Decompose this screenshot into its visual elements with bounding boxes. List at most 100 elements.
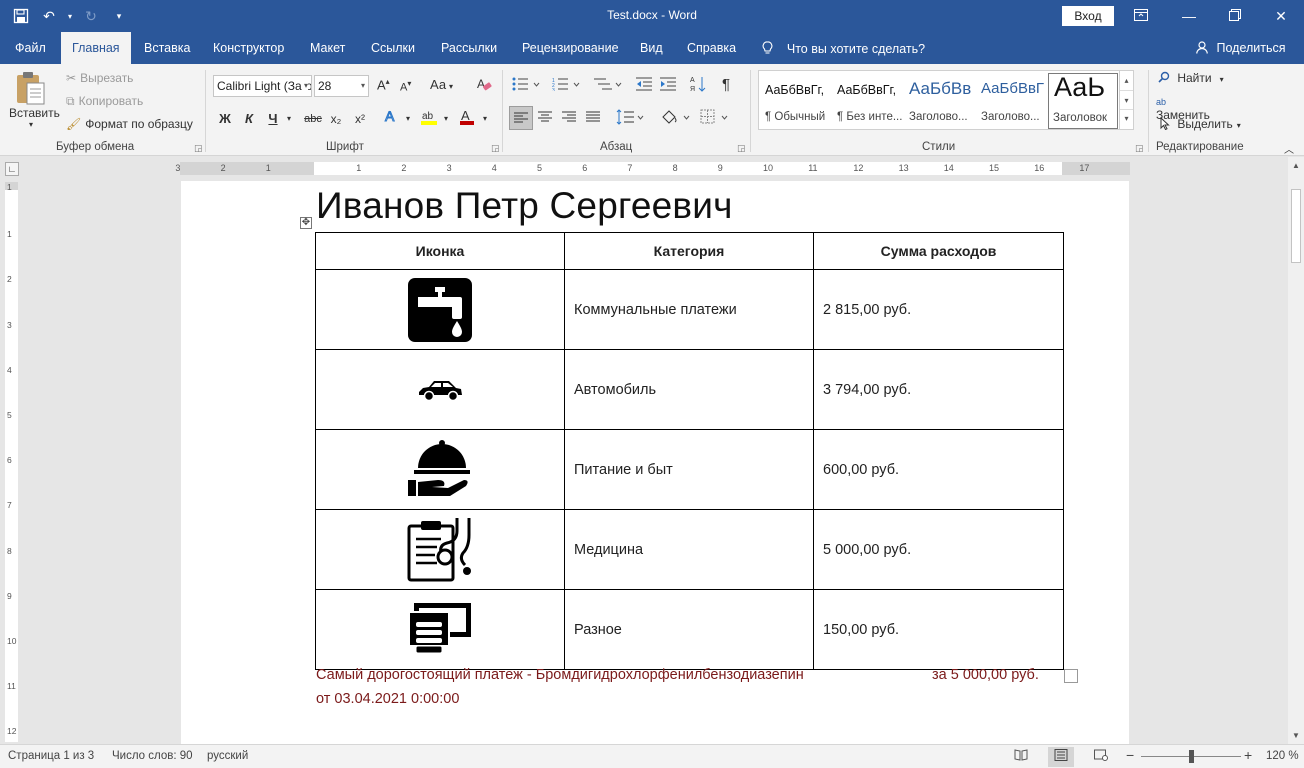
zoom-slider-thumb[interactable] bbox=[1189, 750, 1194, 763]
amount-cell[interactable]: 2 815,00 руб. bbox=[813, 269, 1064, 350]
font-launcher-icon[interactable]: ◲ bbox=[491, 143, 500, 154]
web-layout-icon[interactable] bbox=[1088, 747, 1114, 767]
line-spacing-icon[interactable] bbox=[616, 109, 644, 128]
vertical-scrollbar[interactable]: ▲ ▼ bbox=[1288, 157, 1304, 744]
strikethrough-button[interactable]: abc bbox=[302, 108, 324, 130]
tab-design[interactable]: Конструктор bbox=[213, 32, 284, 64]
read-mode-icon[interactable] bbox=[1008, 747, 1034, 767]
numbering-icon[interactable]: 123 bbox=[552, 77, 580, 94]
horizontal-ruler[interactable]: 3 2 1 1 2 3 4 5 6 7 8 9 10 11 12 13 14 15 16 17 bbox=[175, 162, 1130, 175]
category-cell[interactable]: Питание и быт bbox=[564, 429, 814, 510]
align-left-button[interactable] bbox=[509, 106, 533, 130]
ribbon-display-icon[interactable] bbox=[1118, 0, 1164, 32]
tab-file[interactable]: Файл bbox=[15, 32, 46, 64]
tab-insert[interactable]: Вставка bbox=[144, 32, 190, 64]
underline-button[interactable]: Ч bbox=[265, 108, 281, 130]
column-header-category[interactable]: Категория bbox=[564, 232, 814, 270]
share-button[interactable]: Поделиться bbox=[1196, 32, 1286, 64]
zoom-out-button[interactable]: − bbox=[1126, 747, 1134, 763]
cut-button[interactable]: ✂ Вырезать bbox=[66, 71, 133, 85]
font-size-box[interactable]: 28 ▾ bbox=[314, 75, 369, 97]
styles-scrollbar[interactable]: ▴ ▾ ▾ bbox=[1119, 71, 1133, 129]
decrease-indent-icon[interactable] bbox=[636, 77, 652, 94]
amount-cell[interactable]: 600,00 руб. bbox=[813, 429, 1064, 510]
close-icon[interactable]: ✕ bbox=[1258, 0, 1304, 32]
paste-dropdown-icon[interactable]: ▾ bbox=[29, 120, 33, 129]
document-page[interactable]: Иванов Петр Сергеевич ✥ Иконка Категория… bbox=[181, 181, 1129, 744]
column-header-icon[interactable]: Иконка bbox=[315, 232, 565, 270]
expenses-table[interactable]: Иконка Категория Сумма расходов Коммунал… bbox=[315, 232, 1064, 670]
paragraph-launcher-icon[interactable]: ◲ bbox=[737, 143, 746, 154]
justify-icon[interactable] bbox=[586, 111, 600, 126]
bullets-icon[interactable] bbox=[512, 77, 540, 94]
paste-button[interactable]: Вставить bbox=[9, 106, 60, 120]
grow-font-icon[interactable]: A▴ bbox=[377, 77, 390, 92]
icon-cell[interactable] bbox=[315, 349, 565, 430]
scrollbar-thumb[interactable] bbox=[1291, 189, 1301, 263]
borders-icon[interactable] bbox=[700, 109, 732, 128]
summary-text[interactable]: Самый дорогостоящий платеж - Бромдигидро… bbox=[316, 667, 804, 683]
underline-dropdown-icon[interactable]: ▾ bbox=[284, 108, 294, 130]
category-cell[interactable]: Разное bbox=[564, 589, 814, 670]
vertical-ruler[interactable]: 1 1 2 3 4 5 6 7 8 9 10 11 12 bbox=[5, 182, 18, 742]
sort-icon[interactable]: AЯ bbox=[690, 75, 706, 96]
collapse-ribbon-icon[interactable]: ︿ bbox=[1284, 141, 1294, 156]
tab-view[interactable]: Вид bbox=[640, 32, 663, 64]
select-button[interactable]: Выделить ▾ bbox=[1160, 116, 1241, 131]
language-indicator[interactable]: русский bbox=[207, 750, 248, 762]
tab-references[interactable]: Ссылки bbox=[371, 32, 415, 64]
icon-cell[interactable] bbox=[315, 589, 565, 670]
tab-mailings[interactable]: Рассылки bbox=[441, 32, 497, 64]
category-cell[interactable]: Медицина bbox=[564, 509, 814, 590]
tab-layout[interactable]: Макет bbox=[310, 32, 345, 64]
italic-button[interactable]: К bbox=[241, 108, 257, 130]
print-layout-icon[interactable] bbox=[1048, 747, 1074, 767]
amount-cell[interactable]: 150,00 руб. bbox=[813, 589, 1064, 670]
change-case-button[interactable]: Аа ▾ bbox=[430, 77, 453, 92]
scroll-up-icon[interactable]: ▲ bbox=[1288, 159, 1304, 173]
highlight-dropdown-icon[interactable]: ▾ bbox=[441, 108, 451, 130]
column-header-amount[interactable]: Сумма расходов bbox=[813, 232, 1064, 270]
highlight-color-icon[interactable]: ab bbox=[419, 108, 439, 130]
amount-cell[interactable]: 3 794,00 руб. bbox=[813, 349, 1064, 430]
align-right-icon[interactable] bbox=[562, 111, 576, 126]
text-effects-dropdown-icon[interactable]: ▾ bbox=[403, 108, 413, 130]
table-move-handle[interactable]: ✥ bbox=[300, 217, 312, 229]
zoom-in-button[interactable]: + bbox=[1244, 747, 1252, 763]
superscript-button[interactable]: x² bbox=[352, 108, 368, 130]
tab-selector[interactable]: ∟ bbox=[5, 162, 19, 176]
find-button[interactable]: Найти ▾ bbox=[1158, 71, 1224, 85]
chevron-down-icon[interactable]: ▾ bbox=[1120, 90, 1133, 109]
category-cell[interactable]: Автомобиль bbox=[564, 349, 814, 430]
text-effects-icon[interactable]: A bbox=[383, 108, 399, 130]
font-color-dropdown-icon[interactable]: ▾ bbox=[480, 108, 490, 130]
summary-amount[interactable]: за 5 000,00 руб. bbox=[932, 667, 1039, 683]
format-painter-button[interactable]: 🖌 Формат по образцу bbox=[66, 117, 193, 131]
subscript-button[interactable]: x₂ bbox=[328, 108, 344, 130]
clipboard-launcher-icon[interactable]: ◲ bbox=[194, 143, 203, 154]
page-count[interactable]: Страница 1 из 3 bbox=[8, 750, 94, 762]
style-no-spacing[interactable]: АаБбВвГг, ¶ Без инте... bbox=[833, 73, 905, 129]
sign-in-button[interactable]: Вход bbox=[1062, 6, 1114, 26]
icon-cell[interactable] bbox=[315, 429, 565, 510]
minimize-icon[interactable]: — bbox=[1166, 0, 1212, 32]
increase-indent-icon[interactable] bbox=[660, 77, 676, 94]
tab-help[interactable]: Справка bbox=[687, 32, 736, 64]
copy-button[interactable]: ⧉ Копировать bbox=[66, 94, 143, 109]
style-heading-1[interactable]: АаБбВв Заголово... bbox=[905, 73, 977, 129]
chevron-up-icon[interactable]: ▴ bbox=[1120, 71, 1133, 90]
style-title[interactable]: АаЬ Заголовок bbox=[1048, 72, 1118, 129]
multilevel-list-icon[interactable] bbox=[594, 77, 622, 94]
show-formatting-marks-button[interactable]: ¶ bbox=[722, 76, 730, 93]
shrink-font-icon[interactable]: A▾ bbox=[400, 79, 411, 94]
tell-me-box[interactable]: Что вы хотите сделать? bbox=[762, 32, 925, 64]
icon-cell[interactable] bbox=[315, 509, 565, 590]
font-name-box[interactable]: Calibri Light (Заголовки) ▾ bbox=[213, 75, 312, 97]
more-styles-icon[interactable]: ▾ bbox=[1120, 109, 1133, 127]
category-cell[interactable]: Коммунальные платежи bbox=[564, 269, 814, 350]
paste-icon[interactable] bbox=[14, 70, 48, 109]
restore-icon[interactable] bbox=[1212, 0, 1258, 32]
tab-review[interactable]: Рецензирование bbox=[522, 32, 619, 64]
styles-launcher-icon[interactable]: ◲ bbox=[1135, 143, 1144, 154]
zoom-level[interactable]: 120 % bbox=[1266, 750, 1299, 762]
